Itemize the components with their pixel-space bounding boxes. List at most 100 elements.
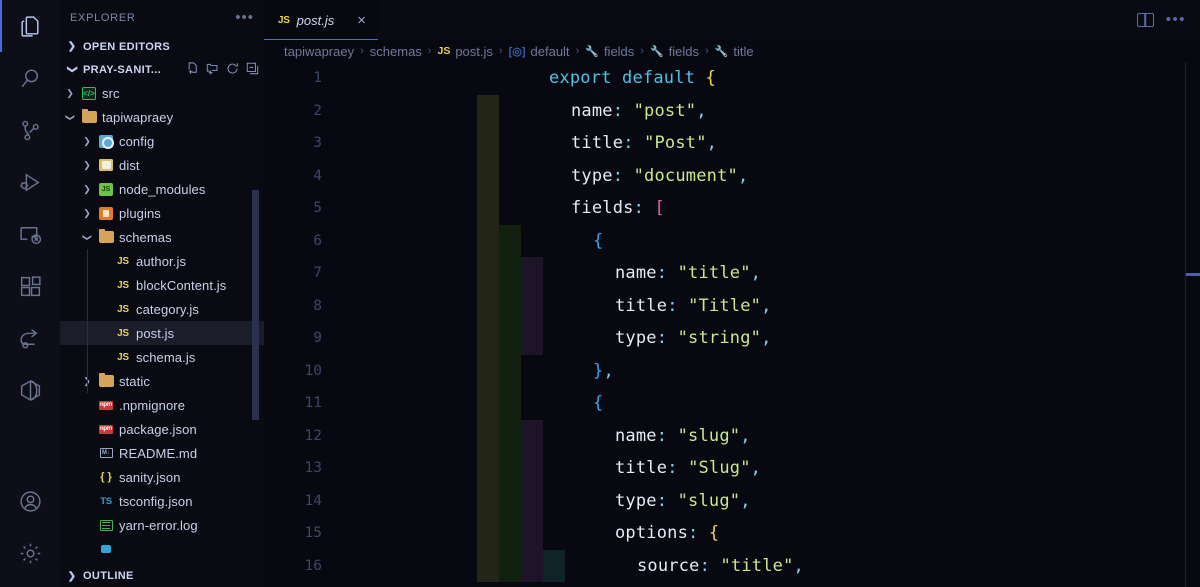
code-token-str: "string"	[677, 328, 762, 349]
breadcrumb-item-default[interactable]: [◎] default	[509, 44, 570, 59]
activity-bar-item-remote-explorer[interactable]	[0, 208, 60, 260]
new-folder-icon[interactable]	[205, 61, 220, 79]
indent-guide-block	[477, 224, 499, 257]
indent-guide-block	[477, 419, 499, 452]
code-line[interactable]: 9 type: "string",	[264, 322, 1200, 355]
activity-bar-item-live-share[interactable]	[0, 312, 60, 364]
line-number: 2	[313, 102, 322, 119]
chevron-right-icon[interactable]: ❯	[81, 160, 93, 171]
tree-item-package-json[interactable]: ❯ npm package.json	[60, 417, 264, 441]
code-line[interactable]: 15 options: {	[264, 517, 1200, 550]
code-line[interactable]: 5 fields: [	[264, 192, 1200, 225]
breadcrumb-item-schemas[interactable]: schemas	[370, 44, 422, 59]
activity-bar-item-settings[interactable]	[0, 527, 60, 579]
chevron-right-icon[interactable]: ❯	[81, 184, 93, 195]
line-number: 12	[304, 427, 322, 444]
tree-twisty-placeholder: ❯	[81, 400, 93, 411]
code-line[interactable]: 11 {	[264, 387, 1200, 420]
lock-file-icon	[98, 545, 114, 553]
activity-bar-item-accounts[interactable]	[0, 475, 60, 527]
tree-item[interactable]: ❯	[60, 537, 264, 561]
breadcrumb-item-title[interactable]: 🔧 title	[715, 44, 754, 59]
breadcrumb-item-fields[interactable]: 🔧 fields	[650, 44, 699, 59]
refresh-icon[interactable]	[225, 61, 240, 79]
code-line-text: title: "Title",	[615, 296, 772, 316]
activity-bar-item-search[interactable]	[0, 52, 60, 104]
tree-item--npmignore[interactable]: ❯ npm .npmignore	[60, 393, 264, 417]
code-line[interactable]: 14 type: "slug",	[264, 484, 1200, 517]
tsconfig-file-icon: TS	[100, 495, 112, 507]
tree-twisty-placeholder: ❯	[81, 424, 93, 435]
tree-item-label: plugins	[119, 205, 161, 221]
tree-item-category-js[interactable]: ❯ JS category.js	[60, 297, 264, 321]
breadcrumb-label: fields	[668, 43, 700, 59]
breadcrumb-item-tapiwapraey[interactable]: tapiwapraey	[284, 44, 354, 59]
activity-bar-item-source-control[interactable]	[0, 104, 60, 156]
tree-item-readme-md[interactable]: ❯ M↓ README.md	[60, 441, 264, 465]
tree-item-sanity-json[interactable]: ❯ { } sanity.json	[60, 465, 264, 489]
code-line[interactable]: 13 title: "Slug",	[264, 452, 1200, 485]
code-line[interactable]: 6{	[264, 224, 1200, 257]
indent-guide-block	[477, 159, 499, 192]
activity-bar-item-explorer[interactable]	[0, 0, 60, 52]
chevron-right-icon[interactable]: ❯	[64, 88, 76, 99]
tree-twisty-placeholder: ❯	[81, 544, 93, 555]
tree-item-dist[interactable]: ❯ dist	[60, 153, 264, 177]
close-icon[interactable]: ×	[357, 13, 366, 28]
editor-vertical-scrollbar[interactable]	[1186, 62, 1200, 587]
tree-item-post-js[interactable]: ❯ JS post.js	[60, 321, 264, 345]
tree-item-plugins[interactable]: ❯ plugins	[60, 201, 264, 225]
code-line[interactable]: 7 name: "title",	[264, 257, 1200, 290]
tree-item-src[interactable]: ❯ </> src	[60, 81, 264, 105]
src-folder-icon: </>	[82, 86, 96, 100]
tree-item-tsconfig-json[interactable]: ❯ TS tsconfig.json	[60, 489, 264, 513]
tree-item-blockcontent-js[interactable]: ❯ JS blockContent.js	[60, 273, 264, 297]
split-editor-icon[interactable]	[1136, 13, 1154, 27]
indent-guide-block	[521, 419, 543, 452]
search-icon	[18, 66, 43, 91]
breadcrumb-item-fields[interactable]: 🔧 fields	[585, 44, 634, 59]
sidebar-section-workspace[interactable]: ❯ PRAY-SANIT...	[60, 58, 264, 81]
code-line[interactable]: 4 type: "document",	[264, 159, 1200, 192]
tree-indent-guide	[87, 249, 88, 393]
ellipsis-icon[interactable]: •••	[1166, 12, 1186, 27]
code-line[interactable]: 3 title: "Post",	[264, 127, 1200, 160]
tree-item-schema-js[interactable]: ❯ JS schema.js	[60, 345, 264, 369]
code-token-punc: ,	[750, 263, 762, 284]
code-token-str: "slug"	[677, 490, 741, 511]
chevron-right-icon[interactable]: ❯	[81, 136, 93, 147]
extensions-icon	[18, 274, 43, 299]
activity-bar-item-run-and-debug[interactable]	[0, 156, 60, 208]
activity-bar-item-extensions[interactable]	[0, 260, 60, 312]
tree-item-static[interactable]: ❯static	[60, 369, 264, 393]
breadcrumb-item-post-js[interactable]: JS post.js	[437, 44, 492, 59]
sidebar-more-actions-icon[interactable]: •••	[235, 10, 254, 25]
code-line[interactable]: 16 source: "title",	[264, 549, 1200, 582]
collapse-all-icon[interactable]	[245, 61, 260, 79]
js-file-icon: JS	[117, 279, 129, 291]
code-line[interactable]: 2 name: "post",	[264, 94, 1200, 127]
tree-item-author-js[interactable]: ❯ JS author.js	[60, 249, 264, 273]
sidebar-scrollbar[interactable]	[252, 190, 259, 420]
code-line[interactable]: 12 name: "slug",	[264, 419, 1200, 452]
tree-item-node-modules[interactable]: ❯ node_modules	[60, 177, 264, 201]
code-line[interactable]: 8 title: "Title",	[264, 289, 1200, 322]
line-number: 13	[304, 460, 322, 477]
editor-tab-post-js[interactable]: JS post.js ×	[264, 0, 378, 40]
code-editor[interactable]: 1 export default {2 name: "post", 3 title: "…	[264, 62, 1200, 587]
new-file-icon[interactable]	[185, 61, 200, 79]
chevron-right-icon[interactable]: ❯	[81, 208, 93, 219]
tree-item-config[interactable]: ❯ config	[60, 129, 264, 153]
tree-item-schemas[interactable]: ❯ schemas	[60, 225, 264, 249]
code-line[interactable]: 10},	[264, 354, 1200, 387]
sidebar-section-open-editors[interactable]: ❯ OPEN EDITORS	[60, 35, 264, 58]
chevron-down-icon[interactable]: ❯	[82, 231, 93, 243]
breadcrumb-separator: ›	[640, 45, 644, 57]
indent-guide-block	[499, 224, 521, 257]
activity-bar-item-docker[interactable]	[0, 364, 60, 416]
tree-item-tapiwapraey[interactable]: ❯ tapiwapraey	[60, 105, 264, 129]
sidebar-section-outline[interactable]: ❯ OUTLINE	[60, 564, 264, 587]
code-line[interactable]: 1 export default {	[264, 62, 1200, 95]
chevron-down-icon[interactable]: ❯	[65, 111, 76, 123]
tree-item-yarn-error-log[interactable]: ❯ yarn-error.log	[60, 513, 264, 537]
